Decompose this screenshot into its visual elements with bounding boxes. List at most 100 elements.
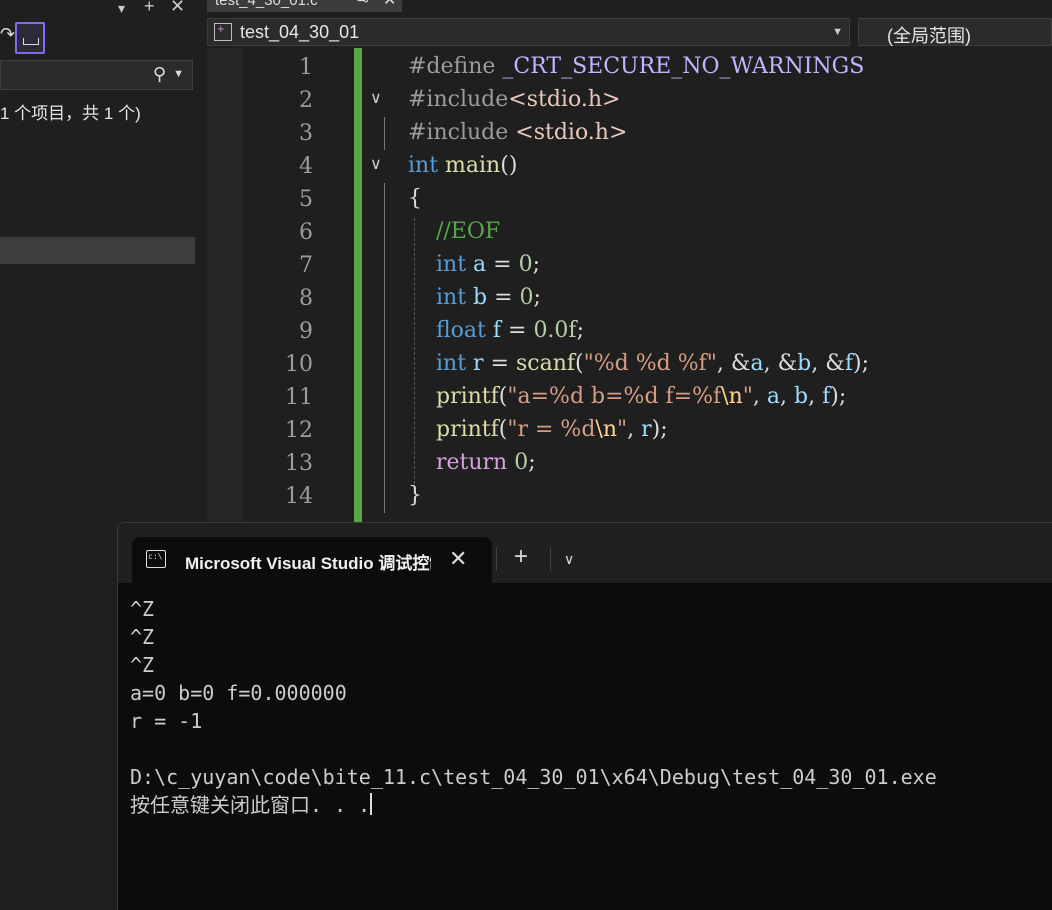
line-number-gutter: 1 2 3 4 5 6 7 8 9 10 11 12 13 14 xyxy=(243,48,353,530)
console-line: ^Z xyxy=(130,623,937,651)
line-number: 2 xyxy=(299,88,313,113)
code-token: #include xyxy=(408,87,509,112)
code-token: ; xyxy=(528,450,536,475)
console-line-text: 按任意键关闭此窗口. . . xyxy=(130,793,371,817)
code-line: printf("a=%d b=%d f=%f\n", a, b, f); xyxy=(408,380,846,413)
code-token: } xyxy=(408,483,422,508)
document-tab-label: test_4_30_01.c xyxy=(215,0,318,9)
code-token: , & xyxy=(716,351,751,376)
text-cursor xyxy=(370,793,373,815)
code-token: _CRT_SECURE_NO_WARNINGS xyxy=(502,54,865,79)
code-token: r xyxy=(641,417,652,442)
solution-explorer-toolbar: ▾ + ✕ ↷ xyxy=(0,0,195,56)
code-token: "a=%d b=%d f=%f xyxy=(507,384,722,409)
fold-guide xyxy=(384,183,385,513)
console-tab[interactable]: Microsoft Visual Studio 调试控制台 ✕ xyxy=(132,537,492,583)
filter-toggle-button[interactable] xyxy=(15,22,45,54)
close-icon[interactable]: ✕ xyxy=(170,0,185,17)
chevron-down-icon[interactable]: ▼ xyxy=(832,26,843,38)
console-line-text: a=0 b=0 f=0.000000 xyxy=(130,681,347,705)
code-token: r xyxy=(473,351,484,376)
code-token: ); xyxy=(651,417,668,442)
chevron-down-icon[interactable]: ∨ xyxy=(564,551,574,568)
fold-guide xyxy=(384,117,385,150)
code-line: { xyxy=(408,182,422,215)
selected-tree-item[interactable] xyxy=(0,237,195,264)
code-line: #include<stdio.h> xyxy=(408,83,620,116)
pin-icon[interactable]: ⊸ xyxy=(357,0,369,9)
scope-dropdown[interactable]: (全局范围) xyxy=(858,18,1052,46)
close-icon[interactable]: ✕ xyxy=(449,546,467,572)
code-token: () xyxy=(500,153,518,178)
code-token: b xyxy=(794,384,809,409)
code-token: ; xyxy=(576,318,584,343)
console-tab-label: Microsoft Visual Studio 调试控制台 xyxy=(185,554,431,573)
search-icon[interactable]: ⚲ xyxy=(153,64,166,85)
code-token: int xyxy=(435,285,474,310)
code-line: #define _CRT_SECURE_NO_WARNINGS xyxy=(408,50,864,83)
console-line: 按任意键关闭此窗口. . . xyxy=(130,791,937,819)
code-token: { xyxy=(408,186,422,211)
line-number: 6 xyxy=(299,220,313,245)
code-token: printf xyxy=(435,384,499,409)
console-titlebar[interactable]: Microsoft Visual Studio 调试控制台 ✕ + ∨ xyxy=(118,523,1052,583)
new-tab-icon[interactable]: + xyxy=(144,0,155,17)
document-tab[interactable]: test_4_30_01.c ⊸ ✕ xyxy=(207,0,402,12)
fold-toggle-icon[interactable]: ∨ xyxy=(370,154,382,174)
code-token: ); xyxy=(852,351,869,376)
code-token: f xyxy=(492,318,502,343)
scope-dropdown-label: (全局范围) xyxy=(887,26,971,46)
code-token: ( xyxy=(575,351,584,376)
console-line-text: ^Z xyxy=(130,653,155,677)
code-token: , xyxy=(627,417,642,442)
code-token: float xyxy=(435,318,493,343)
change-tracking-bar xyxy=(354,48,362,530)
project-dropdown[interactable]: test_04_30_01 ▼ xyxy=(207,18,850,46)
code-line: int r = scanf("%d %d %f", &a, &b, &f); xyxy=(408,347,869,380)
code-token: " xyxy=(742,384,753,409)
code-token: 0.0f xyxy=(533,318,577,343)
new-tab-icon[interactable]: + xyxy=(514,545,528,569)
code-token: , xyxy=(808,384,823,409)
sync-icon[interactable]: ↷ xyxy=(0,24,15,45)
code-token: , xyxy=(780,384,794,409)
code-editor: test_4_30_01.c ⊸ ✕ test_04_30_01 ▼ (全局范围… xyxy=(207,0,1052,530)
code-token: ); xyxy=(830,384,847,409)
code-token: "%d %d %f" xyxy=(583,351,717,376)
line-number: 12 xyxy=(285,418,313,443)
console-line-text: r = -1 xyxy=(130,709,203,733)
line-number: 11 xyxy=(285,385,313,410)
code-token: main xyxy=(445,153,501,178)
code-line: return 0; xyxy=(408,446,536,479)
code-token: return xyxy=(435,450,515,475)
search-input[interactable]: ⚲ ▼ xyxy=(0,60,193,90)
code-token: scanf xyxy=(515,351,576,376)
indicator-margin[interactable] xyxy=(207,48,243,530)
line-number: 7 xyxy=(299,253,313,278)
code-token: #define xyxy=(408,54,503,79)
code-token: , & xyxy=(763,351,798,376)
code-token: \n xyxy=(595,417,618,442)
chevron-down-icon[interactable]: ▼ xyxy=(173,68,184,80)
fold-toggle-icon[interactable]: ∨ xyxy=(370,88,382,108)
code-line: printf("r = %d\n", r); xyxy=(408,413,668,446)
line-number: 9 xyxy=(299,319,313,344)
code-token: int xyxy=(435,351,474,376)
console-output[interactable]: ^Z ^Z ^Z a=0 b=0 f=0.000000 r = -1 D:\c_yuyan… xyxy=(130,595,937,819)
code-token: "r = %d xyxy=(507,417,596,442)
code-token: a xyxy=(750,351,764,376)
code-token: ; xyxy=(533,285,541,310)
code-token: 0 xyxy=(518,252,533,277)
code-token: b xyxy=(473,285,488,310)
pin-icon[interactable]: ▾ xyxy=(118,0,125,17)
close-icon[interactable]: ✕ xyxy=(383,0,396,10)
code-token: = xyxy=(487,285,520,310)
code-line: int a = 0; xyxy=(408,248,540,281)
